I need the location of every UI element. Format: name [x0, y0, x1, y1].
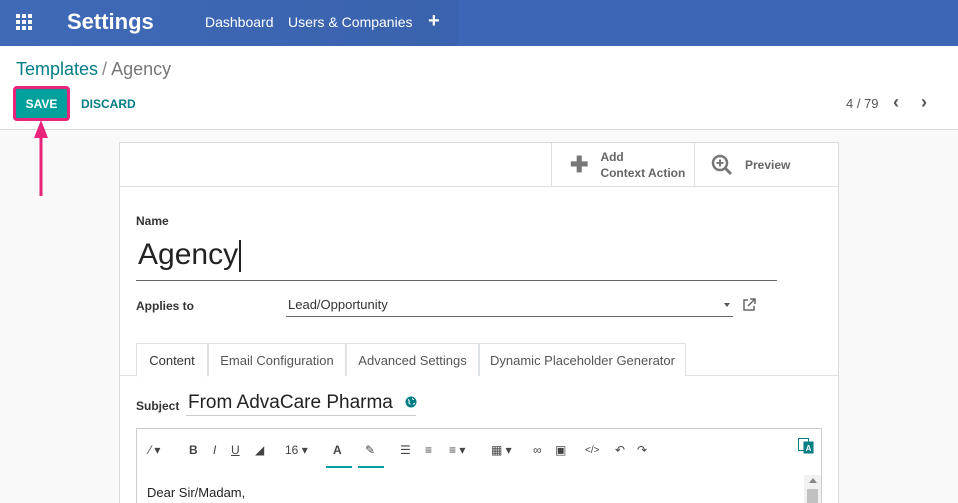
eraser-icon[interactable]: ◢: [255, 443, 264, 457]
globe-icon[interactable]: [405, 396, 417, 408]
plus-menu-icon[interactable]: +: [428, 10, 440, 33]
table-icon[interactable]: ▦ ▾: [491, 443, 512, 457]
editor-body-text[interactable]: Dear Sir/Madam,: [147, 485, 245, 500]
pager-next-icon[interactable]: ›: [921, 92, 927, 113]
undo-icon[interactable]: ↶: [615, 443, 625, 457]
smart-button-box: ✚ Add Context Action Preview: [120, 143, 838, 187]
tab-advanced-settings[interactable]: Advanced Settings: [346, 343, 479, 376]
preview-button[interactable]: Preview: [694, 143, 838, 186]
subject-input[interactable]: From AdvaCare Pharma: [186, 392, 416, 416]
scroll-up-icon[interactable]: [809, 478, 817, 483]
text-cursor: [239, 240, 242, 273]
editor-scrollbar[interactable]: [804, 475, 821, 503]
body-html-editor[interactable]: ⁄ ▾ B I U ◢ 16 ▾ A ✎ ☰ ≡ ≡ ▾ ▦ ▾ ∞ ▣ </>…: [136, 428, 822, 503]
breadcrumb-templates[interactable]: Templates: [16, 59, 98, 79]
name-label: Name: [136, 214, 169, 228]
name-value: Agency: [138, 238, 239, 271]
plus-icon: ✚: [570, 151, 589, 177]
editor-toolbar: ⁄ ▾ B I U ◢ 16 ▾ A ✎ ☰ ≡ ≡ ▾ ▦ ▾ ∞ ▣ </>…: [137, 429, 821, 471]
preview-label: Preview: [745, 157, 791, 172]
name-input[interactable]: Agency: [136, 235, 777, 281]
magic-wand-icon[interactable]: ⁄ ▾: [149, 443, 160, 457]
scroll-thumb[interactable]: [807, 489, 818, 503]
breadcrumb-current: Agency: [111, 59, 172, 79]
context-action-line1: Add: [600, 149, 624, 164]
menu-dashboard[interactable]: Dashboard: [205, 14, 274, 30]
pager-previous-icon[interactable]: ‹: [893, 92, 899, 113]
font-color-icon[interactable]: A: [333, 443, 342, 457]
italic-icon[interactable]: I: [213, 443, 216, 457]
context-action-line2: Context Action: [600, 165, 686, 180]
menu-users-companies[interactable]: Users & Companies: [288, 14, 413, 30]
navbar-right-area: [458, 0, 958, 46]
applies-to-select[interactable]: Lead/Opportunity: [286, 297, 733, 317]
add-context-action-button[interactable]: ✚ Add Context Action: [551, 143, 694, 186]
code-view-icon[interactable]: </>: [585, 445, 599, 456]
context-action-label: Add Context Action: [600, 149, 685, 181]
annotation-arrow-icon: [34, 120, 48, 196]
apps-grid-icon[interactable]: [16, 14, 34, 32]
subject-label: Subject: [136, 399, 180, 413]
app-title[interactable]: Settings: [67, 9, 154, 35]
save-button[interactable]: SAVE: [13, 86, 70, 121]
tab-email-configuration[interactable]: Email Configuration: [208, 343, 346, 376]
svg-text:A: A: [806, 444, 812, 453]
applies-to-label: Applies to: [136, 299, 195, 313]
breadcrumb: Templates / Agency: [16, 59, 171, 80]
tab-content[interactable]: Content: [136, 343, 208, 377]
font-color-bar: [326, 466, 352, 468]
breadcrumb-separator: /: [102, 59, 108, 79]
pager-value[interactable]: 4 / 79: [846, 96, 879, 111]
discard-button[interactable]: DISCARD: [81, 97, 136, 111]
ordered-list-icon[interactable]: ≡: [425, 443, 432, 457]
zoom-icon: [711, 154, 733, 175]
brush-icon[interactable]: ✎: [365, 443, 375, 457]
font-size-dropdown[interactable]: 16 ▾: [285, 443, 308, 457]
tab-dynamic-placeholder-generator[interactable]: Dynamic Placeholder Generator: [479, 343, 686, 376]
notebook-tabs: Content Email Configuration Advanced Set…: [120, 343, 838, 377]
external-link-icon[interactable]: [742, 298, 756, 312]
control-panel: Templates / Agency SAVE DISCARD 4 / 79 ‹ ›: [0, 46, 958, 130]
caret-down-icon[interactable]: [724, 303, 730, 307]
underline-icon[interactable]: U: [231, 443, 240, 457]
link-icon[interactable]: ∞: [533, 443, 542, 457]
redo-icon[interactable]: ↷: [637, 443, 647, 457]
translate-icon[interactable]: A: [798, 438, 814, 454]
paragraph-align-icon[interactable]: ≡ ▾: [449, 443, 465, 457]
highlight-color-bar: [358, 466, 384, 468]
form-sheet: ✚ Add Context Action Preview Name Agency…: [119, 142, 839, 503]
top-navbar: Settings Dashboard Users & Companies +: [0, 0, 958, 46]
font-size-value: 16: [285, 443, 299, 457]
bold-icon[interactable]: B: [189, 443, 198, 457]
unordered-list-icon[interactable]: ☰: [400, 443, 411, 457]
image-icon[interactable]: ▣: [555, 443, 566, 457]
